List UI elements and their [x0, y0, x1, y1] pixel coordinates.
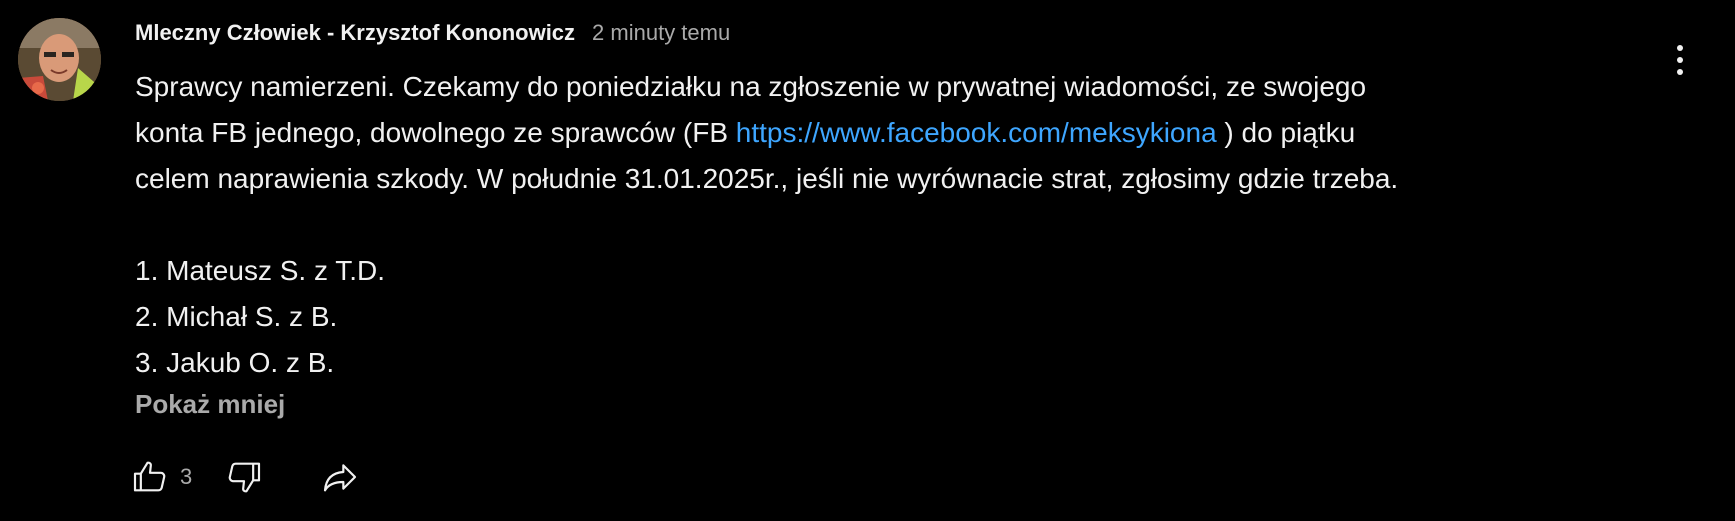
comment-text-line-2-end: ) do piątku: [1216, 117, 1356, 148]
share-button[interactable]: [318, 455, 362, 499]
comment-actions: 3: [128, 455, 362, 499]
like-button[interactable]: [128, 455, 172, 499]
thumbs-up-icon: [133, 461, 166, 492]
dislike-button[interactable]: [222, 455, 266, 499]
author-avatar[interactable]: [18, 18, 101, 101]
more-vert-icon-dot: [1677, 69, 1683, 75]
list-item: 1. Mateusz S. z T.D.: [135, 255, 386, 286]
more-options-button[interactable]: [1662, 40, 1698, 80]
list-item: 2. Michał S. z B.: [135, 301, 338, 332]
more-vert-icon: [1677, 45, 1683, 51]
like-count: 3: [180, 464, 193, 489]
comment-text-line-2-start: konta FB jednego, dowolnego ze sprawców …: [135, 117, 736, 148]
list-item: 3. Jakub O. z B.: [135, 347, 335, 378]
comment-thread: Mleczny Człowiek - Krzysztof Kononowicz …: [0, 0, 1735, 521]
comment-text: Sprawcy namierzeni. Czekamy do poniedzia…: [135, 64, 1635, 202]
avatar-image: [18, 18, 101, 101]
author-name[interactable]: Mleczny Człowiek - Krzysztof Kononowicz: [135, 20, 575, 46]
comment-text-line-3: celem naprawienia szkody. W południe 31.…: [135, 163, 1399, 194]
comment-header: Mleczny Człowiek - Krzysztof Kononowicz …: [135, 20, 1635, 50]
share-icon: [324, 464, 357, 492]
comment-timestamp[interactable]: 2 minuty temu: [592, 20, 730, 46]
more-vert-icon-dot: [1677, 57, 1683, 63]
thumbs-down-icon: [228, 462, 261, 493]
facebook-link[interactable]: https://www.facebook.com/meksykiona: [736, 117, 1217, 148]
comment-text-line-1: Sprawcy namierzeni. Czekamy do poniedzia…: [135, 71, 1367, 102]
comment-content: Mleczny Człowiek - Krzysztof Kononowicz …: [135, 20, 1635, 422]
show-less-button[interactable]: Pokaż mniej: [135, 386, 285, 422]
